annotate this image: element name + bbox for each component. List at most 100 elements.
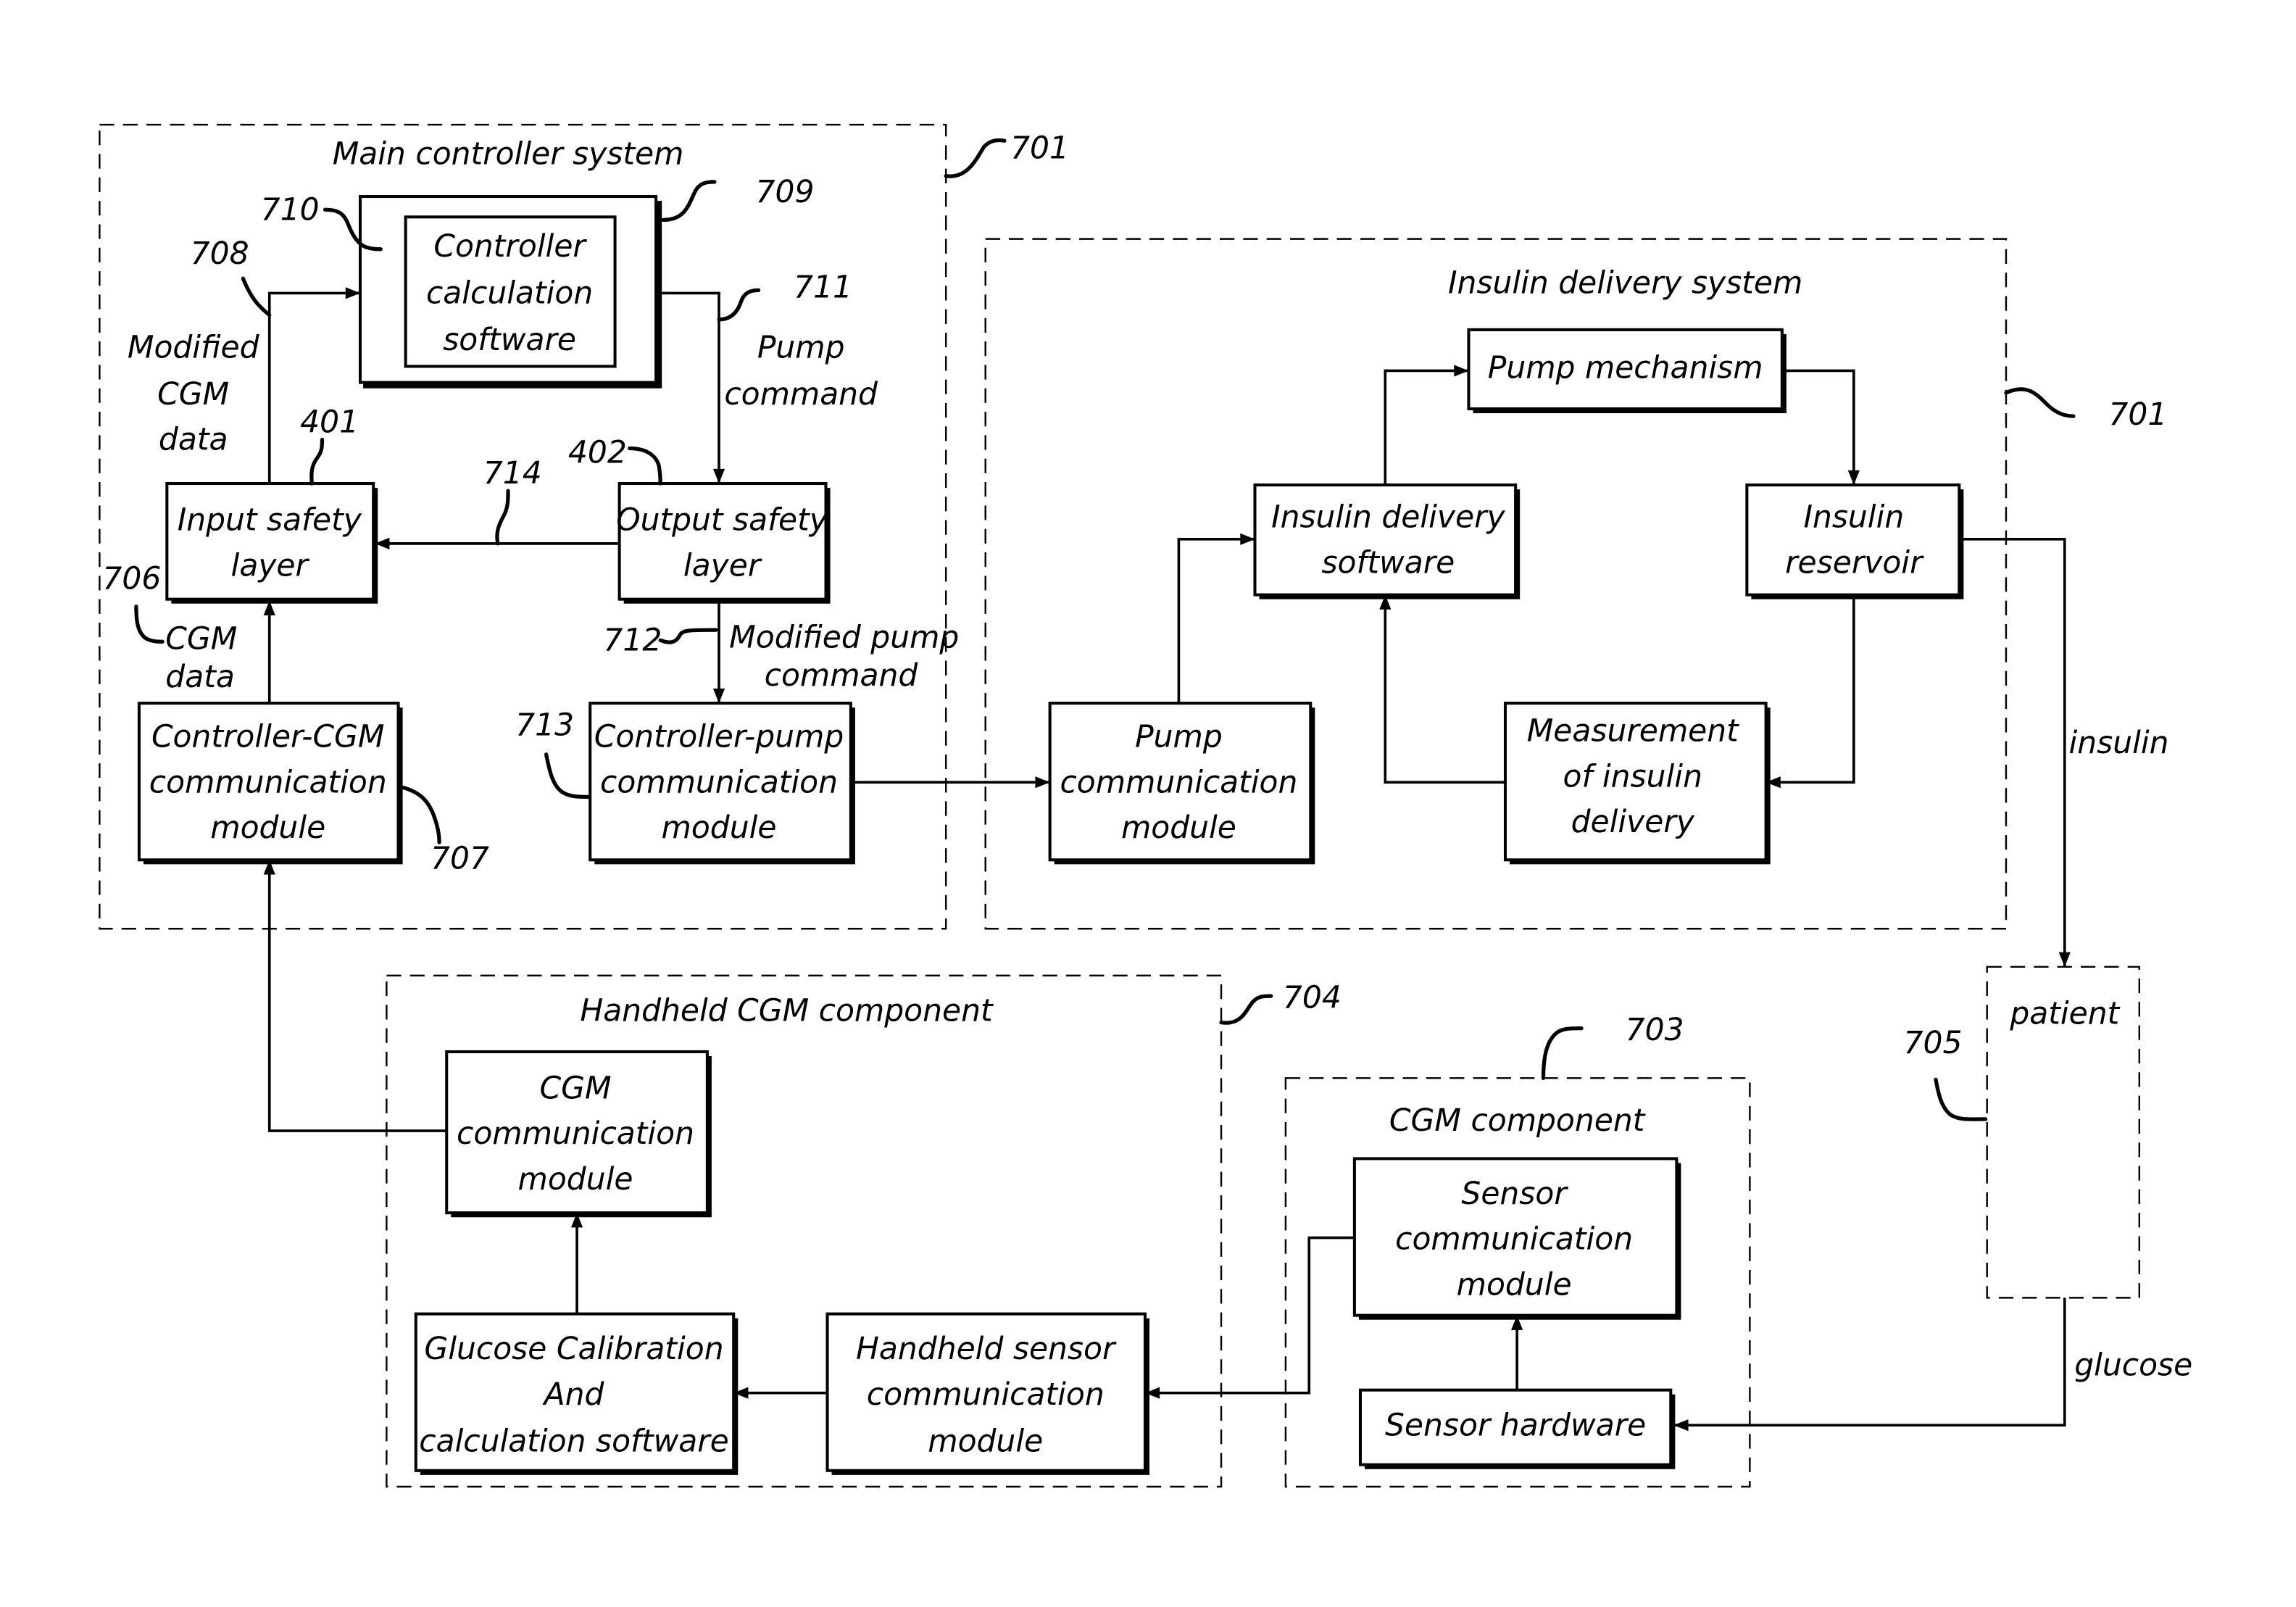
patient-label: patient — [2009, 997, 2120, 1032]
controller-calc-line1: Controller — [433, 229, 587, 265]
ref-712: 712 — [603, 623, 662, 658]
insulin-reservoir-line1: Insulin — [1803, 500, 1904, 536]
ref-402: 402 — [568, 436, 627, 471]
cgm-comm-line2: communication — [457, 1116, 694, 1152]
output-safety-layer-block: Output safety layer — [616, 482, 831, 604]
glucose-calib-line1: Glucose Calibration — [424, 1332, 723, 1367]
output-safety-line2: layer — [683, 548, 762, 584]
ref-leader-714 — [495, 489, 510, 546]
pump-mechanism-label: Pump mechanism — [1488, 351, 1763, 386]
modified-cgm-data-connector — [267, 287, 361, 484]
output-safety-line1: Output safety — [616, 503, 828, 539]
ref-713: 713 — [515, 708, 574, 744]
ref-714: 714 — [483, 456, 542, 491]
glucose-calibration-block: Glucose Calibration And calculation soft… — [414, 1312, 739, 1475]
insulin-delivery-system: Insulin delivery system 701 Pump mechani… — [984, 238, 2167, 930]
glucose-calib-line3: calculation software — [419, 1424, 729, 1460]
modified-cgm-label-line1: Modified — [128, 330, 260, 365]
controller-block: Controller calculation software — [359, 195, 662, 389]
pump-comm-line2: communication — [1060, 765, 1297, 800]
controller-calc-line3: software — [443, 323, 576, 358]
controller-cgm-comm-block: Controller-CGM communication module — [137, 702, 403, 865]
cgm-component-title: CGM component — [1389, 1103, 1646, 1139]
insulin-reservoir-block: Insulin reservoir — [1745, 483, 1964, 599]
cgm-comm-to-controller-connector — [263, 860, 447, 1132]
handheld-cgm-title: Handheld CGM component — [580, 994, 994, 1029]
patient-node: patient 705 — [1904, 966, 2141, 1299]
ref-401: 401 — [300, 404, 359, 440]
ref-709: 709 — [756, 175, 815, 210]
input-safety-line2: layer — [231, 548, 310, 584]
pump-command-connector — [656, 291, 725, 484]
controller-cgm-line3: module — [210, 810, 325, 846]
ref-701-insulin: 701 — [2108, 397, 2167, 433]
sensor-hardware-label: Sensor hardware — [1385, 1408, 1646, 1443]
input-safety-layer-block: Input safety layer — [165, 482, 378, 604]
pump-mechanism-block: Pump mechanism — [1467, 328, 1787, 414]
ref-leader-703 — [1541, 1026, 1584, 1080]
ref-leader-711 — [717, 288, 761, 322]
cgm-data-label-line2: data — [165, 660, 235, 695]
pump-command-label-line2: command — [724, 377, 878, 412]
sensor-comm-to-handheld-connector — [1144, 1236, 1355, 1399]
controller-pump-line3: module — [662, 810, 777, 846]
insulin-to-patient-connector — [1959, 537, 2071, 967]
ref-706: 706 — [102, 562, 161, 597]
glucose-label: glucose — [2074, 1348, 2192, 1383]
ref-leader-712 — [658, 628, 718, 644]
main-controller-title: Main controller system — [333, 137, 684, 173]
pump-comm-to-software-connector — [1177, 533, 1255, 704]
measurement-block: Measurement of insulin delivery — [1503, 702, 1771, 865]
cgm-comm-line3: module — [518, 1162, 633, 1197]
sensor-comm-line3: module — [1457, 1267, 1572, 1303]
cgm-component: CGM component 703 Sensor communication m… — [1284, 1013, 1751, 1488]
modified-pump-command-label-line2: command — [765, 658, 919, 694]
modified-pump-command-label-line1: Modified pump — [729, 620, 959, 655]
ref-leader-709 — [661, 180, 717, 222]
ref-leader-713 — [544, 752, 591, 800]
insulin-label: insulin — [2068, 726, 2168, 761]
pump-comm-line1: Pump — [1135, 720, 1223, 755]
controller-cgm-line1: Controller-CGM — [151, 720, 385, 755]
controller-pump-line1: Controller-pump — [594, 720, 844, 755]
handheld-sensor-line3: module — [928, 1424, 1043, 1460]
ref-leader-701a — [944, 138, 1007, 178]
controller-cgm-line2: communication — [149, 765, 387, 800]
ref-leader-708 — [241, 276, 272, 317]
sensor-comm-block: Sensor communication module — [1352, 1157, 1681, 1320]
controller-pump-line2: communication — [600, 765, 838, 800]
handheld-sensor-line2: communication — [867, 1377, 1105, 1413]
measurement-to-software-connector — [1379, 594, 1505, 784]
ref-703: 703 — [1626, 1013, 1684, 1048]
ref-leader-401 — [309, 437, 325, 486]
measurement-line2: of insulin — [1563, 759, 1702, 794]
controller-pump-comm-block: Controller-pump communication module — [588, 702, 855, 865]
insulin-delivery-sw-line1: Insulin delivery — [1271, 500, 1505, 536]
measurement-line1: Measurement — [1527, 714, 1739, 749]
ref-711: 711 — [794, 270, 852, 305]
pump-comm-line3: module — [1121, 810, 1236, 846]
modified-cgm-label-line2: CGM — [157, 377, 229, 412]
sensor-comm-line1: Sensor — [1461, 1176, 1568, 1212]
main-controller-system: Main controller system 701 Controller ca… — [99, 123, 1069, 930]
cgm-comm-block: CGM communication module — [445, 1050, 712, 1218]
ref-707: 707 — [430, 841, 489, 876]
ref-leader-701b — [2004, 387, 2076, 418]
reservoir-to-measurement-connector — [1765, 594, 1855, 789]
insulin-delivery-software-block: Insulin delivery software — [1253, 483, 1521, 599]
insulin-delivery-title: Insulin delivery system — [1448, 265, 1802, 301]
ref-710: 710 — [261, 192, 320, 228]
ref-leader-704 — [1219, 994, 1273, 1025]
handheld-cgm-component: Handheld CGM component 704 CGM communica… — [386, 974, 1342, 1488]
pump-communication-block: Pump communication module — [1048, 702, 1315, 865]
ref-leader-402 — [628, 446, 662, 486]
ref-708: 708 — [191, 236, 249, 272]
glucose-to-sensor-connector — [1673, 1297, 2066, 1432]
ref-leader-707 — [397, 784, 441, 844]
cgm-data-label-line1: CGM — [165, 621, 237, 657]
controller-calc-line2: calculation — [426, 276, 593, 312]
input-safety-line1: Input safety — [178, 503, 362, 539]
measurement-line3: delivery — [1571, 805, 1695, 840]
ref-704: 704 — [1283, 980, 1342, 1016]
insulin-delivery-sw-line2: software — [1321, 545, 1455, 581]
